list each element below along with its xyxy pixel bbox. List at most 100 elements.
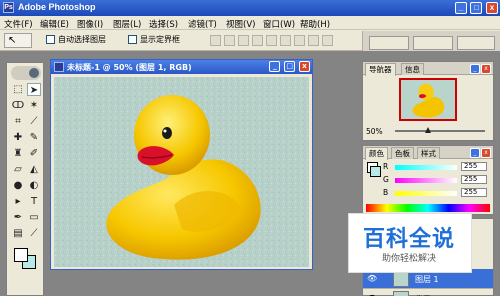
- auto-select-layer-label: 自动选择图层: [58, 35, 106, 44]
- slider-track[interactable]: [395, 165, 457, 170]
- document-close-button[interactable]: x: [299, 61, 310, 72]
- toolbox-logo: [11, 66, 41, 80]
- foreground-color-swatch[interactable]: [14, 248, 28, 262]
- tab-color[interactable]: 颜色: [365, 147, 388, 160]
- eyedropper-tool-icon[interactable]: ⟋: [27, 227, 41, 240]
- marquee-tool-icon[interactable]: ⬚: [11, 83, 25, 96]
- image-canvas[interactable]: [54, 77, 309, 267]
- slider-value-field[interactable]: 255: [461, 188, 487, 197]
- menu-file[interactable]: 文件(F): [4, 18, 33, 30]
- minimize-button[interactable]: _: [454, 2, 467, 14]
- slider-track[interactable]: [395, 178, 457, 183]
- magic-wand-tool-icon[interactable]: ✶: [27, 99, 41, 112]
- lasso-tool-icon[interactable]: ↀ: [11, 99, 25, 112]
- pen-tool-icon[interactable]: ✒: [11, 211, 25, 224]
- menu-view[interactable]: 视图(V): [226, 18, 255, 30]
- title-bar: Ps Adobe Photoshop _ □ x: [0, 0, 500, 16]
- color-spectrum-bar[interactable]: [366, 204, 490, 212]
- document-window: 未标题-1 @ 50% (图层 1, RGB) _ □ x: [50, 59, 313, 270]
- align-vcenter-icon[interactable]: [224, 35, 235, 46]
- maximize-button[interactable]: □: [470, 2, 483, 14]
- crop-tool-icon[interactable]: ⌗: [11, 115, 25, 128]
- menu-help[interactable]: 帮助(H): [300, 18, 330, 30]
- document-maximize-button[interactable]: □: [284, 61, 296, 72]
- app-title: Adobe Photoshop: [18, 2, 96, 12]
- type-tool-icon[interactable]: T: [27, 195, 41, 208]
- move-tool-icon[interactable]: ➤: [27, 83, 41, 96]
- align-hcenter-icon[interactable]: [266, 35, 277, 46]
- slider-track[interactable]: [395, 191, 457, 196]
- navigator-close-button[interactable]: x: [481, 64, 491, 74]
- rectangle-tool-icon[interactable]: ▭: [27, 211, 41, 224]
- layer-row-background[interactable]: 👁 背景: [363, 289, 493, 296]
- menu-edit[interactable]: 编辑(E): [40, 18, 69, 30]
- eye-icon[interactable]: 👁: [367, 274, 377, 283]
- color-panel-controls: _ x: [469, 147, 491, 158]
- navigator-duck-thumbnail: [401, 80, 455, 119]
- slice-tool-icon[interactable]: ⟋: [27, 115, 41, 128]
- slider-label: R: [383, 162, 389, 171]
- tab-swatches[interactable]: 色板: [391, 147, 414, 159]
- color-panel: 颜色 色板 样式 _ x R 255 G 255 B 255: [362, 145, 494, 215]
- slider-value-field[interactable]: 255: [461, 162, 487, 171]
- path-selection-tool-icon[interactable]: ▸: [11, 195, 25, 208]
- palette-well-tab-2[interactable]: [413, 36, 453, 50]
- eraser-tool-icon[interactable]: ▱: [11, 163, 25, 176]
- slider-value-field[interactable]: 255: [461, 175, 487, 184]
- document-minimize-button[interactable]: _: [269, 61, 281, 72]
- menu-bar: 文件(F) 编辑(E) 图像(I) 图层(L) 选择(S) 滤镜(T) 视图(V…: [0, 16, 500, 30]
- menu-image[interactable]: 图像(I): [77, 18, 103, 30]
- history-brush-tool-icon[interactable]: ✐: [27, 147, 41, 160]
- menu-select[interactable]: 选择(S): [149, 18, 178, 30]
- close-button[interactable]: x: [486, 2, 498, 14]
- navigator-thumbnail[interactable]: [399, 78, 457, 121]
- color-close-button[interactable]: x: [481, 148, 491, 158]
- watermark-logo: 百科全说 助你轻松解决: [348, 213, 472, 273]
- clone-stamp-tool-icon[interactable]: ♜: [11, 147, 25, 160]
- brush-tool-icon[interactable]: ✎: [27, 131, 41, 144]
- auto-select-layer-checkbox[interactable]: [46, 35, 55, 44]
- distribute-top-icon[interactable]: [294, 35, 305, 46]
- distribute-vcenter-icon[interactable]: [308, 35, 319, 46]
- tab-info[interactable]: 信息: [401, 63, 424, 75]
- window-controls: _ □ x: [454, 2, 498, 14]
- color-minimize-button[interactable]: _: [470, 148, 480, 158]
- palette-well-tab-1[interactable]: [369, 36, 409, 50]
- document-window-controls: _ □ x: [268, 61, 310, 72]
- tool-preset-picker[interactable]: ↖: [4, 33, 32, 48]
- healing-brush-tool-icon[interactable]: ✚: [11, 131, 25, 144]
- navigator-zoom-value[interactable]: 50%: [366, 127, 383, 136]
- blur-tool-icon[interactable]: ●: [11, 179, 25, 192]
- align-left-icon[interactable]: [252, 35, 263, 46]
- show-bounding-box-label: 显示定界框: [140, 35, 180, 44]
- tab-navigator[interactable]: 导航器: [365, 63, 396, 76]
- color-panel-background-swatch[interactable]: [370, 166, 381, 177]
- photoshop-app-icon: Ps: [3, 2, 14, 13]
- align-right-icon[interactable]: [280, 35, 291, 46]
- notes-tool-icon[interactable]: ▤: [11, 227, 25, 240]
- slider-red: R 255: [383, 162, 493, 172]
- align-buttons: [210, 35, 336, 46]
- dodge-tool-icon[interactable]: ◐: [27, 179, 41, 192]
- zoom-slider-knob[interactable]: [425, 127, 431, 133]
- document-icon: [54, 62, 64, 72]
- align-top-icon[interactable]: [210, 35, 221, 46]
- document-title: 未标题-1 @ 50% (图层 1, RGB): [67, 63, 192, 72]
- slider-label: G: [383, 175, 389, 184]
- navigator-zoom-slider[interactable]: [395, 127, 485, 133]
- layer-thumbnail: [393, 271, 409, 287]
- align-bottom-icon[interactable]: [238, 35, 249, 46]
- navigator-minimize-button[interactable]: _: [470, 64, 480, 74]
- paint-bucket-tool-icon[interactable]: ◭: [27, 163, 41, 176]
- menu-filter[interactable]: 滤镜(T): [188, 18, 217, 30]
- show-bounding-box-checkbox[interactable]: [128, 35, 137, 44]
- palette-well-tab-3[interactable]: [457, 36, 495, 50]
- slider-blue: B 255: [383, 188, 493, 198]
- menu-layer[interactable]: 图层(L): [113, 18, 141, 30]
- slider-label: B: [383, 188, 389, 197]
- tab-styles[interactable]: 样式: [417, 147, 440, 159]
- distribute-bottom-icon[interactable]: [322, 35, 333, 46]
- palette-well: [362, 31, 500, 51]
- menu-window[interactable]: 窗口(W): [263, 18, 295, 30]
- slider-green: G 255: [383, 175, 493, 185]
